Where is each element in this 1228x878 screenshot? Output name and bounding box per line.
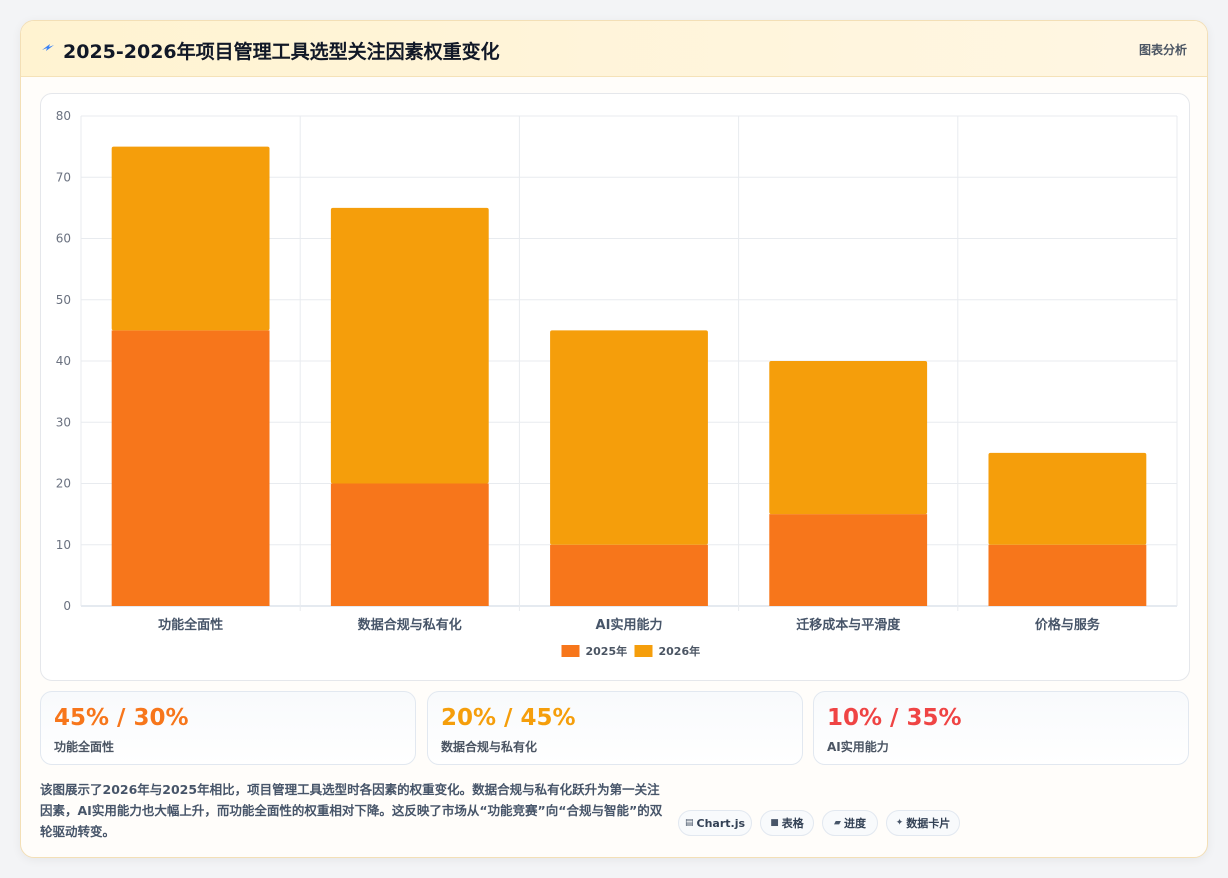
chart-analysis-tag[interactable]: 图表分析: [1139, 41, 1187, 58]
pill-table[interactable]: ■ 表格: [760, 810, 814, 836]
pill-label: Chart.js: [696, 816, 746, 830]
page-title: 2025-2026年项目管理工具选型关注因素权重变化: [63, 41, 500, 63]
x-tick-label: 迁移成本与平滑度: [796, 617, 901, 633]
x-tick-label: AI实用能力: [596, 617, 663, 633]
stat-card-compliance: 20% / 45% 数据合规与私有化: [427, 691, 803, 765]
progress-icon: ▰: [834, 818, 841, 828]
bar-2025: [111, 330, 270, 606]
chart-icon: ▤: [684, 818, 694, 828]
chart-card: 2025-2026年项目管理工具选型关注因素权重变化 图表分析 0 10 20 30 4…: [20, 20, 1208, 858]
stat-value: 20% / 45%: [441, 705, 576, 731]
y-tick-label: 70: [56, 170, 71, 184]
bar-2025: [550, 544, 708, 606]
y-tick-label: 60: [56, 232, 71, 246]
legend-label: 2025年: [586, 644, 628, 658]
card-header: 2025-2026年项目管理工具选型关注因素权重变化 图表分析: [21, 21, 1207, 77]
pill-label: 数据卡片: [906, 817, 951, 830]
y-tick-label: 30: [56, 415, 71, 429]
x-tick-label: 数据合规与私有化: [358, 617, 462, 633]
x-tick-label: 价格与服务: [1035, 617, 1101, 633]
table-icon: ■: [770, 818, 779, 828]
stacked-bar-chart: 0 10 20 30 40 50 60 70 80 功能全面性 数据合规与私有化 AI实用能力 迁移成本…: [56, 109, 1178, 658]
y-tick-label: 20: [56, 477, 71, 491]
sparkle-icon: [42, 44, 54, 51]
stat-cards: 45% / 30% 功能全面性 20% / 45% 数据合规与私有化 10% /…: [40, 691, 1190, 765]
y-tick-label: 80: [56, 109, 71, 123]
pill-progress[interactable]: ▰ 进度: [822, 810, 878, 836]
bar-2026: [330, 207, 489, 484]
pill-chartjs[interactable]: ▤ Chart.js: [678, 810, 752, 836]
y-tick-label: 10: [56, 538, 71, 552]
stat-value: 10% / 35%: [827, 705, 962, 731]
bar-2026: [550, 330, 708, 545]
bar-2025: [769, 514, 928, 606]
stat-value: 45% / 30%: [54, 705, 189, 731]
bar-2026: [988, 452, 1147, 545]
stat-card-feature: 45% / 30% 功能全面性: [40, 691, 416, 765]
chart-container: 0 10 20 30 40 50 60 70 80 功能全面性 数据合规与私有化 AI实用能力 迁移成本…: [40, 93, 1190, 681]
legend-swatch: [634, 645, 653, 657]
legend-swatch: [561, 645, 580, 657]
stat-card-ai: 10% / 35% AI实用能力: [813, 691, 1189, 765]
y-tick-label: 0: [63, 599, 71, 613]
legend-label: 2026年: [659, 644, 701, 658]
y-tick-label: 40: [56, 354, 71, 368]
pill-label: 进度: [843, 817, 866, 830]
bar-2025: [330, 483, 489, 606]
card-icon: ✦: [895, 818, 904, 828]
stat-label: AI实用能力: [827, 740, 889, 754]
bar-2026: [111, 146, 270, 331]
pill-label: 表格: [781, 817, 804, 830]
bar-2026: [769, 361, 928, 515]
x-tick-label: 功能全面性: [158, 617, 223, 633]
stat-label: 数据合规与私有化: [441, 740, 538, 754]
pill-data-card[interactable]: ✦ 数据卡片: [886, 810, 960, 836]
stat-label: 功能全面性: [54, 740, 115, 754]
y-tick-label: 50: [56, 293, 71, 307]
bar-2025: [988, 544, 1147, 606]
chart-description: 该图展示了2026年与2025年相比，项目管理工具选型时各因素的权重变化。数据合…: [40, 782, 663, 839]
